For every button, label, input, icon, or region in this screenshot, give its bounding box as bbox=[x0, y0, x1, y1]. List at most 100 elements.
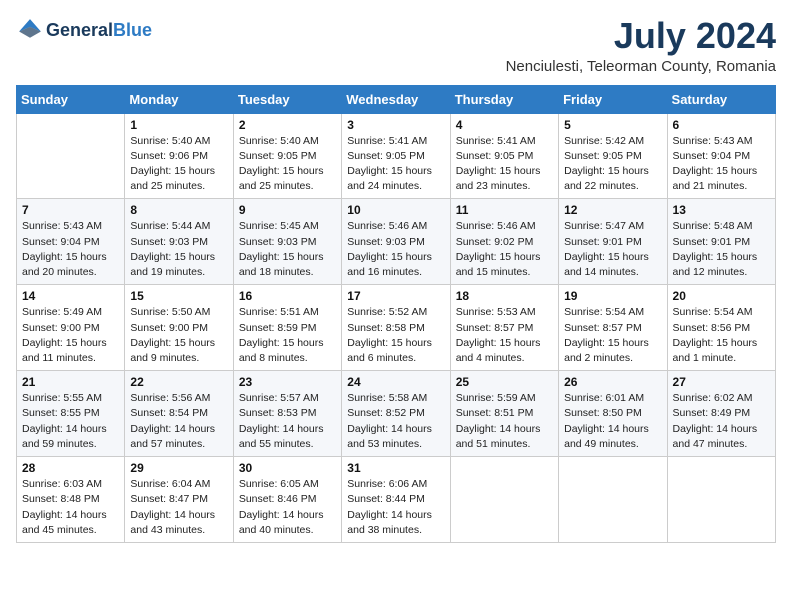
calendar-cell-w3-d7: 20Sunrise: 5:54 AMSunset: 8:56 PMDayligh… bbox=[667, 285, 775, 371]
calendar-cell-w2-d3: 9 Sunrise: 5:45 AMSunset: 9:03 PMDaylight… bbox=[233, 199, 341, 285]
day-number: 3 bbox=[347, 118, 444, 132]
month-year-title: July 2024 bbox=[506, 16, 776, 56]
calendar-cell-w1-d4: 3 Sunrise: 5:41 AMSunset: 9:05 PMDaylight… bbox=[342, 113, 450, 199]
day-info: Sunrise: 5:53 AMSunset: 8:57 PMDaylight:… bbox=[456, 305, 553, 366]
day-number: 10 bbox=[347, 203, 444, 217]
day-info: Sunrise: 5:40 AMSunset: 9:06 PMDaylight:… bbox=[130, 134, 227, 195]
weekday-header-friday: Friday bbox=[559, 85, 667, 113]
calendar-week-1: 1 Sunrise: 5:40 AMSunset: 9:06 PMDaylight… bbox=[17, 113, 776, 199]
calendar-cell-w2-d1: 7Sunrise: 5:43 AMSunset: 9:04 PMDaylight… bbox=[17, 199, 125, 285]
calendar-cell-w5-d2: 29 Sunrise: 6:04 AMSunset: 8:47 PMDayligh… bbox=[125, 457, 233, 543]
weekday-header-saturday: Saturday bbox=[667, 85, 775, 113]
calendar-cell-w3-d4: 17 Sunrise: 5:52 AMSunset: 8:58 PMDayligh… bbox=[342, 285, 450, 371]
calendar-cell-w1-d2: 1 Sunrise: 5:40 AMSunset: 9:06 PMDaylight… bbox=[125, 113, 233, 199]
calendar-week-3: 14Sunrise: 5:49 AMSunset: 9:00 PMDayligh… bbox=[17, 285, 776, 371]
day-info: Sunrise: 5:59 AMSunset: 8:51 PMDaylight:… bbox=[456, 391, 553, 452]
calendar-cell-w1-d7: 6Sunrise: 5:43 AMSunset: 9:04 PMDaylight… bbox=[667, 113, 775, 199]
calendar-cell-w1-d6: 5 Sunrise: 5:42 AMSunset: 9:05 PMDaylight… bbox=[559, 113, 667, 199]
day-number: 15 bbox=[130, 289, 227, 303]
day-info: Sunrise: 5:56 AMSunset: 8:54 PMDaylight:… bbox=[130, 391, 227, 452]
page-header: GeneralBlue July 2024 Nenciulesti, Teleo… bbox=[16, 16, 776, 75]
calendar-cell-w4-d4: 24 Sunrise: 5:58 AMSunset: 8:52 PMDayligh… bbox=[342, 371, 450, 457]
day-info: Sunrise: 5:41 AMSunset: 9:05 PMDaylight:… bbox=[347, 134, 444, 195]
day-info: Sunrise: 5:50 AMSunset: 9:00 PMDaylight:… bbox=[130, 305, 227, 366]
day-number: 16 bbox=[239, 289, 336, 303]
calendar-cell-w3-d6: 19Sunrise: 5:54 AMSunset: 8:57 PMDayligh… bbox=[559, 285, 667, 371]
day-info: Sunrise: 6:06 AMSunset: 8:44 PMDaylight:… bbox=[347, 477, 444, 538]
calendar-week-4: 21 Sunrise: 5:55 AMSunset: 8:55 PMDayligh… bbox=[17, 371, 776, 457]
weekday-header-wednesday: Wednesday bbox=[342, 85, 450, 113]
calendar-cell-w4-d6: 26 Sunrise: 6:01 AMSunset: 8:50 PMDayligh… bbox=[559, 371, 667, 457]
day-number: 26 bbox=[564, 375, 661, 389]
day-number: 31 bbox=[347, 461, 444, 475]
day-number: 29 bbox=[130, 461, 227, 475]
day-number: 27 bbox=[673, 375, 770, 389]
day-info: Sunrise: 5:46 AMSunset: 9:02 PMDaylight:… bbox=[456, 219, 553, 280]
calendar-week-5: 28Sunrise: 6:03 AMSunset: 8:48 PMDayligh… bbox=[17, 457, 776, 543]
day-number: 1 bbox=[130, 118, 227, 132]
day-number: 9 bbox=[239, 203, 336, 217]
day-info: Sunrise: 5:52 AMSunset: 8:58 PMDaylight:… bbox=[347, 305, 444, 366]
calendar-cell-w3-d3: 16 Sunrise: 5:51 AMSunset: 8:59 PMDayligh… bbox=[233, 285, 341, 371]
title-area: July 2024 Nenciulesti, Teleorman County,… bbox=[506, 16, 776, 75]
day-info: Sunrise: 5:41 AMSunset: 9:05 PMDaylight:… bbox=[456, 134, 553, 195]
day-info: Sunrise: 5:45 AMSunset: 9:03 PMDaylight:… bbox=[239, 219, 336, 280]
calendar-cell-w5-d4: 31 Sunrise: 6:06 AMSunset: 8:44 PMDayligh… bbox=[342, 457, 450, 543]
day-info: Sunrise: 5:42 AMSunset: 9:05 PMDaylight:… bbox=[564, 134, 661, 195]
day-number: 4 bbox=[456, 118, 553, 132]
day-number: 20 bbox=[673, 289, 770, 303]
calendar-cell-w5-d1: 28Sunrise: 6:03 AMSunset: 8:48 PMDayligh… bbox=[17, 457, 125, 543]
day-number: 23 bbox=[239, 375, 336, 389]
calendar-cell-w4-d1: 21 Sunrise: 5:55 AMSunset: 8:55 PMDayligh… bbox=[17, 371, 125, 457]
calendar-cell-w4-d7: 27 Sunrise: 6:02 AMSunset: 8:49 PMDayligh… bbox=[667, 371, 775, 457]
day-info: Sunrise: 5:49 AMSunset: 9:00 PMDaylight:… bbox=[22, 305, 119, 366]
location-subtitle: Nenciulesti, Teleorman County, Romania bbox=[506, 58, 776, 75]
calendar-cell-w5-d5 bbox=[450, 457, 558, 543]
day-number: 2 bbox=[239, 118, 336, 132]
day-number: 13 bbox=[673, 203, 770, 217]
calendar-cell-w4-d5: 25 Sunrise: 5:59 AMSunset: 8:51 PMDayligh… bbox=[450, 371, 558, 457]
calendar-cell-w2-d2: 8Sunrise: 5:44 AMSunset: 9:03 PMDaylight… bbox=[125, 199, 233, 285]
calendar-cell-w3-d2: 15 Sunrise: 5:50 AMSunset: 9:00 PMDayligh… bbox=[125, 285, 233, 371]
weekday-header-row: SundayMondayTuesdayWednesdayThursdayFrid… bbox=[17, 85, 776, 113]
day-info: Sunrise: 5:51 AMSunset: 8:59 PMDaylight:… bbox=[239, 305, 336, 366]
calendar-cell-w2-d6: 12Sunrise: 5:47 AMSunset: 9:01 PMDayligh… bbox=[559, 199, 667, 285]
day-info: Sunrise: 6:04 AMSunset: 8:47 PMDaylight:… bbox=[130, 477, 227, 538]
day-number: 30 bbox=[239, 461, 336, 475]
logo-general: General bbox=[46, 20, 113, 41]
day-number: 25 bbox=[456, 375, 553, 389]
day-info: Sunrise: 5:55 AMSunset: 8:55 PMDaylight:… bbox=[22, 391, 119, 452]
logo-icon bbox=[16, 16, 44, 44]
day-number: 19 bbox=[564, 289, 661, 303]
day-number: 21 bbox=[22, 375, 119, 389]
calendar-cell-w2-d7: 13 Sunrise: 5:48 AMSunset: 9:01 PMDayligh… bbox=[667, 199, 775, 285]
calendar-cell-w2-d4: 10 Sunrise: 5:46 AMSunset: 9:03 PMDayligh… bbox=[342, 199, 450, 285]
day-info: Sunrise: 5:40 AMSunset: 9:05 PMDaylight:… bbox=[239, 134, 336, 195]
day-info: Sunrise: 6:05 AMSunset: 8:46 PMDaylight:… bbox=[239, 477, 336, 538]
day-number: 17 bbox=[347, 289, 444, 303]
day-number: 24 bbox=[347, 375, 444, 389]
weekday-header-thursday: Thursday bbox=[450, 85, 558, 113]
weekday-header-tuesday: Tuesday bbox=[233, 85, 341, 113]
calendar-cell-w3-d1: 14Sunrise: 5:49 AMSunset: 9:00 PMDayligh… bbox=[17, 285, 125, 371]
day-info: Sunrise: 6:02 AMSunset: 8:49 PMDaylight:… bbox=[673, 391, 770, 452]
calendar-cell-w5-d6 bbox=[559, 457, 667, 543]
logo-blue: Blue bbox=[113, 20, 152, 41]
calendar-cell-w5-d7 bbox=[667, 457, 775, 543]
day-info: Sunrise: 5:47 AMSunset: 9:01 PMDaylight:… bbox=[564, 219, 661, 280]
calendar-cell-w1-d1 bbox=[17, 113, 125, 199]
day-info: Sunrise: 5:48 AMSunset: 9:01 PMDaylight:… bbox=[673, 219, 770, 280]
day-number: 8 bbox=[130, 203, 227, 217]
day-number: 7 bbox=[22, 203, 119, 217]
day-info: Sunrise: 5:58 AMSunset: 8:52 PMDaylight:… bbox=[347, 391, 444, 452]
calendar-cell-w2-d5: 11Sunrise: 5:46 AMSunset: 9:02 PMDayligh… bbox=[450, 199, 558, 285]
calendar-cell-w1-d5: 4 Sunrise: 5:41 AMSunset: 9:05 PMDaylight… bbox=[450, 113, 558, 199]
day-info: Sunrise: 6:01 AMSunset: 8:50 PMDaylight:… bbox=[564, 391, 661, 452]
day-info: Sunrise: 5:57 AMSunset: 8:53 PMDaylight:… bbox=[239, 391, 336, 452]
day-number: 5 bbox=[564, 118, 661, 132]
weekday-header-monday: Monday bbox=[125, 85, 233, 113]
calendar-cell-w3-d5: 18Sunrise: 5:53 AMSunset: 8:57 PMDayligh… bbox=[450, 285, 558, 371]
day-info: Sunrise: 5:46 AMSunset: 9:03 PMDaylight:… bbox=[347, 219, 444, 280]
day-number: 22 bbox=[130, 375, 227, 389]
weekday-header-sunday: Sunday bbox=[17, 85, 125, 113]
